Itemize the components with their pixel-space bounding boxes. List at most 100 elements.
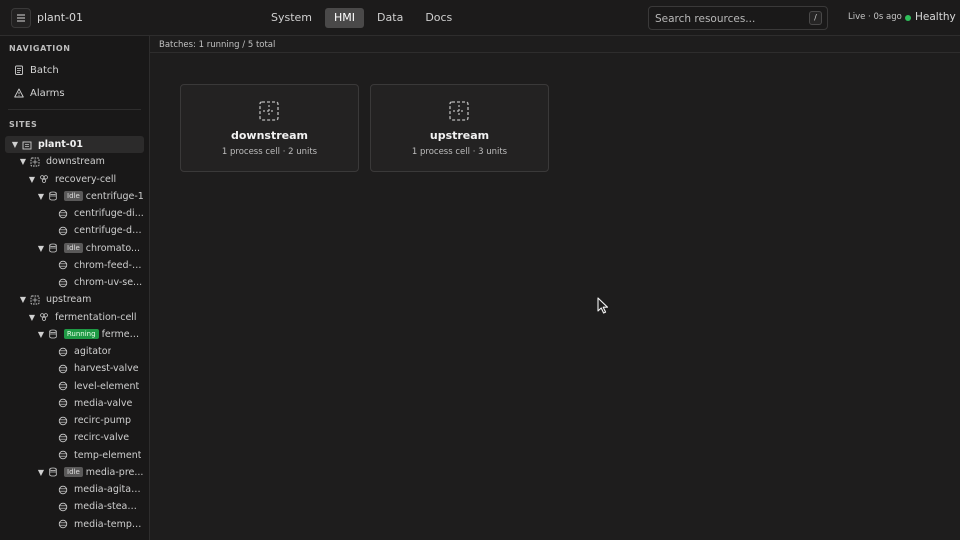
tree-item-equipment[interactable]: level-element [5,378,144,395]
equipment-module-icon [58,519,68,529]
project-name[interactable]: plant-01 [37,11,83,24]
equipment-module-icon [58,278,68,287]
tree-item-equipment[interactable]: media-valve [5,395,144,412]
area-card-downstream[interactable]: downstream 1 process cell · 2 units [180,84,359,172]
tree-item-label: plant-01 [38,139,83,150]
tree-item-equipment[interactable]: media-agitator [5,481,144,498]
mouse-cursor-icon [597,297,609,314]
sidebar-item-alarms[interactable]: Alarms [14,85,65,101]
tree-item-label: chrom-uv-se... [74,277,143,288]
batch-summary: Batches: 1 running / 5 total [159,40,276,50]
tree-item-label: level-element [74,380,140,392]
menu-toggle-button[interactable] [11,8,31,28]
tree-item-equipment[interactable]: recirc-pump [5,412,144,429]
caret-down-icon[interactable]: ▼ [19,295,27,304]
hamburger-icon [17,14,25,22]
top-bar: plant-01 System HMI Data Docs / Live · 0… [0,0,960,36]
tree-item-label: media-temp-... [74,518,144,530]
tree-item-label: media-pre... [85,466,144,478]
search-box: / [648,6,828,30]
tree-item-site[interactable]: ▼ plant-01 [5,136,144,153]
caret-down-icon[interactable]: ▼ [37,192,45,201]
sidebar-item-label: Alarms [30,87,65,99]
tree-item-label: chromato... [85,242,141,254]
tree-item-equipment[interactable]: media-steam... [5,498,144,515]
equipment-module-icon [58,226,68,235]
unit-vessel-icon [49,191,57,201]
sidebar-item-batch[interactable]: Batch [14,62,59,78]
health-status-dot [905,15,911,21]
tree-item-unit[interactable]: ▼ Idle centrifuge-1 [5,188,144,205]
unit-vessel-icon [49,467,57,477]
caret-down-icon[interactable]: ▼ [37,244,45,253]
tree-item-equipment[interactable]: agitator [5,343,144,360]
equipment-module-icon [58,485,68,494]
tree-item-label: centrifuge-dri... [74,225,144,237]
equipment-module-icon [58,347,68,356]
equipment-module-icon [58,433,68,442]
tree-item-label: downstream [46,156,105,168]
area-grid-icon [30,295,40,305]
clipboard-icon [15,65,23,75]
unit-vessel-icon [49,243,57,253]
tree-item-label: recovery-cell [55,173,117,185]
tree-item-cell[interactable]: ▼ recovery-cell [5,171,144,188]
sidebar-item-label: Batch [30,64,59,76]
caret-down-icon[interactable]: ▼ [28,313,36,322]
tree-item-label: media-steam... [74,501,144,513]
warning-icon [14,88,24,98]
tree-item-equipment[interactable]: recirc-valve [5,429,144,446]
search-input[interactable] [655,11,805,27]
live-status: Live · 0s ago [848,12,902,22]
caret-down-icon[interactable]: ▼ [19,157,27,166]
area-card-upstream[interactable]: upstream 1 process cell · 3 units [370,84,549,172]
tree-item-cell[interactable]: ▼ fermentation-cell [5,309,144,326]
main-nav-tabs: System HMI Data Docs [262,8,465,28]
tree-item-area[interactable]: ▼ downstream [5,153,144,170]
equipment-module-icon [58,381,68,391]
tree-item-label: fermentation-cell [55,311,137,323]
tree-item-label: upstream [46,294,92,306]
unit-state-badge: Running [63,329,99,340]
equipment-module-icon [58,399,68,408]
equipment-module-icon [58,416,68,425]
tab-data[interactable]: Data [368,8,412,28]
tree-item-unit[interactable]: ▼ Idle chromato... [5,240,144,257]
equipment-module-icon [58,209,68,218]
tab-docs[interactable]: Docs [416,8,461,28]
tree-item-unit[interactable]: ▼ Running fermen... [5,326,144,343]
tree-item-unit[interactable]: ▼ Idle media-pre... [5,464,144,481]
caret-down-icon[interactable]: ▼ [28,175,36,184]
tab-system[interactable]: System [262,8,321,28]
tree-item-equipment[interactable]: centrifuge-dri... [5,222,144,239]
equipment-module-icon [58,450,68,460]
tree-item-equipment[interactable]: harvest-valve [5,360,144,377]
tree-item-label: media-agitator [74,484,144,495]
tree-item-label: temp-element [74,449,142,461]
tree-item-equipment[interactable]: centrifuge-di... [5,205,144,222]
tree-item-label: centrifuge-1 [85,190,144,202]
unit-state-badge: Idle [64,243,83,253]
process-cell-icon [40,313,48,321]
tree-item-label: harvest-valve [74,363,139,375]
tree-item-equipment[interactable]: temp-element [5,447,144,464]
caret-down-icon[interactable]: ▼ [11,140,19,149]
area-card-summary: 1 process cell · 3 units [411,147,508,157]
tab-hmi[interactable]: HMI [325,8,365,28]
batch-status-bar: Batches: 1 running / 5 total [150,36,960,53]
tree-item-equipment[interactable]: chrom-feed-p... [5,257,144,274]
tree-item-label: agitator [74,346,112,357]
process-cell-icon [40,175,48,183]
search-shortcut-hint: / [809,11,822,25]
tree-item-equipment[interactable]: chrom-uv-se... [5,274,144,291]
tree-item-label: chrom-feed-p... [74,259,144,271]
unit-state-badge: Idle [64,467,83,478]
tree-item-label: recirc-valve [74,432,130,444]
tree-item-equipment[interactable]: media-temp-... [5,516,144,533]
tree-item-area[interactable]: ▼ upstream [5,291,144,308]
tree-item-label: media-valve [74,397,133,409]
caret-down-icon[interactable]: ▼ [37,330,45,339]
main-content: Batches: 1 running / 5 total downstream … [150,36,960,540]
caret-down-icon[interactable]: ▼ [37,468,45,477]
equipment-module-icon [58,502,68,511]
